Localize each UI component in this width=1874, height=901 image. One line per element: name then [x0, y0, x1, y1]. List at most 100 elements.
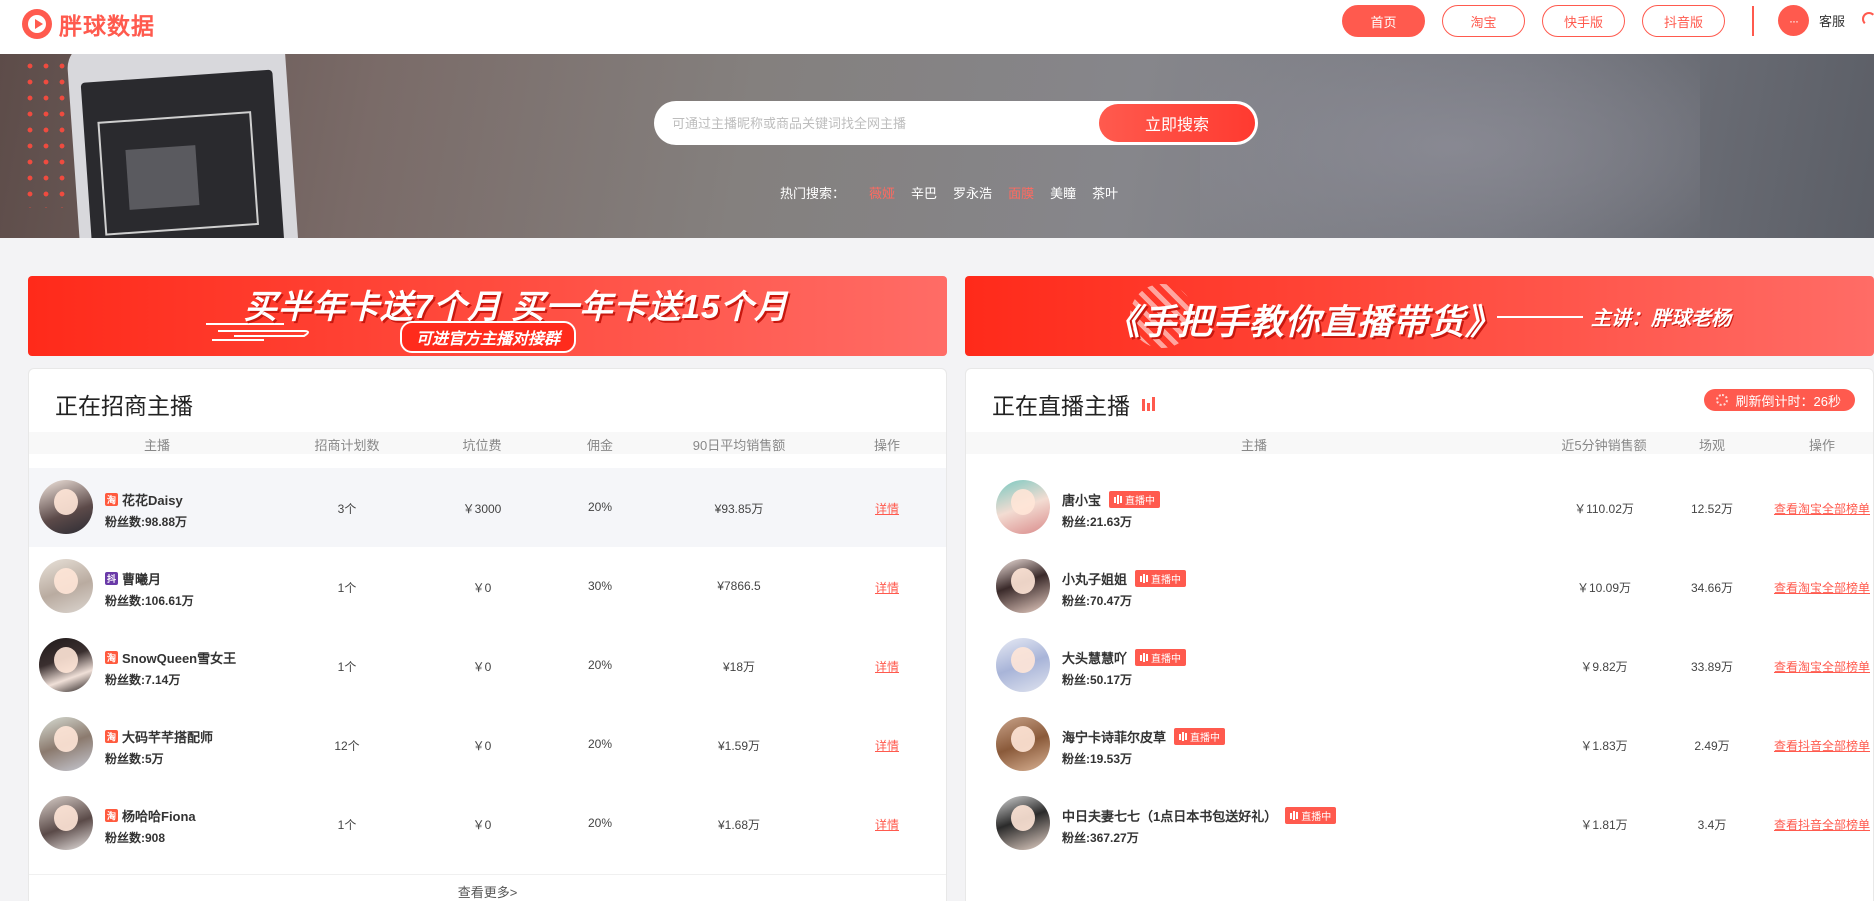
phone-screen [80, 69, 286, 238]
hot-search-item[interactable]: 茶叶 [1092, 183, 1118, 202]
column-header: 90日平均销售额 [692, 438, 786, 453]
search-box: 立即搜索 [654, 101, 1258, 145]
details-link[interactable]: 详情 [875, 816, 899, 833]
table-row[interactable]: 淘杨哈哈Fiona 粉丝数:908 1个 ￥0 20% ¥1.68万 详情 [29, 784, 946, 863]
recent-sales: ￥10.09万 [1576, 581, 1632, 595]
table-row[interactable]: 海宁卡诗菲尔皮草 直播中 粉丝:19.53万 ￥1.83万 2.49万 查看抖音全… [966, 705, 1873, 784]
live-badge: 直播中 [1174, 728, 1226, 745]
view-ranking-link[interactable]: 查看淘宝全部榜单 [1774, 579, 1870, 596]
column-header: 招商计划数 [314, 438, 380, 453]
hot-searches: 热门搜索： 薇娅 辛巴 罗永浩 面膜 美瞳 茶叶 [780, 183, 1134, 202]
slot-fee: ￥0 [472, 660, 492, 674]
anchor-fans: 粉丝:367.27万 [1062, 831, 1139, 845]
hot-search-item[interactable]: 薇娅 [869, 183, 895, 202]
panel-title: 正在直播主播 [992, 387, 1158, 421]
view-ranking-link[interactable]: 查看抖音全部榜单 [1774, 816, 1870, 833]
panel-title: 正在招商主播 [55, 387, 193, 421]
nav-home-button[interactable]: 首页 [1342, 5, 1425, 37]
membership-promo-banner[interactable]: 买半年卡送7个月 买一年卡送15个月 可进官方主播对接群 [28, 276, 947, 356]
plan-count: 1个 [337, 581, 357, 595]
live-badge: 直播中 [1285, 807, 1337, 824]
avatar [39, 796, 93, 850]
hero-banner [0, 54, 1874, 238]
views: 3.4万 [1697, 818, 1727, 832]
main-nav: 首页 淘宝 快手版 抖音版 [1342, 5, 1742, 37]
chat-icon: ··· [1778, 5, 1809, 36]
details-link[interactable]: 详情 [875, 500, 899, 517]
details-link[interactable]: 详情 [875, 579, 899, 596]
table-row[interactable]: 淘 SnowQueen雪女王 粉丝数:7.14万 1个 ￥0 20% ¥18万 详… [29, 626, 946, 705]
nav-taobao-button[interactable]: 淘宝 [1442, 5, 1525, 37]
anchor-info: 淘 SnowQueen雪女王 粉丝数:7.14万 [105, 648, 236, 688]
anchor-info: 大头慧慧吖 直播中 粉丝:50.17万 [1062, 648, 1187, 688]
details-link[interactable]: 详情 [875, 737, 899, 754]
avatar [39, 559, 93, 613]
plan-count: 12个 [334, 739, 360, 753]
hot-search-item[interactable]: 罗永浩 [953, 183, 992, 202]
live-anchors-panel: 正在直播主播 刷新倒计时：26秒 主播 近5分钟销售额 场观 操作 唐小宝 直播中… [965, 368, 1874, 901]
avatar [39, 638, 93, 692]
customer-service[interactable]: ··· 客服 [1778, 5, 1845, 36]
table-row[interactable]: 抖曹曦月 粉丝数:106.61万 1个 ￥0 30% ¥7866.5 详情 [29, 547, 946, 626]
view-ranking-link[interactable]: 查看抖音全部榜单 [1774, 737, 1870, 754]
table-row[interactable]: 小丸子姐姐 直播中 粉丝:70.47万 ￥10.09万 34.66万 查看淘宝全部… [966, 547, 1873, 626]
column-header: 主播 [1240, 438, 1268, 453]
views: 34.66万 [1690, 581, 1734, 595]
dot-pattern [22, 58, 72, 208]
taobao-icon: 淘 [105, 493, 118, 506]
table-row[interactable]: 中日夫妻七七（1点日本书包送好礼） 直播中 粉丝:367.27万 ￥1.81万 3… [966, 784, 1873, 863]
avatar [996, 480, 1050, 534]
nav-douyin-button[interactable]: 抖音版 [1642, 5, 1725, 37]
anchor-info: 唐小宝 直播中 粉丝:21.63万 [1062, 490, 1161, 530]
hot-search-item[interactable]: 辛巴 [911, 183, 937, 202]
recent-sales: ￥9.82万 [1580, 660, 1628, 674]
hero-background [1200, 54, 1700, 238]
anchor-name: 中日夫妻七七（1点日本书包送好礼） [1062, 809, 1278, 824]
recent-sales: ￥1.83万 [1580, 739, 1628, 753]
anchor-fans: 粉丝数:5万 [105, 752, 164, 766]
live-bars-icon [1142, 397, 1158, 411]
countdown-text: 刷新倒计时：26秒 [1735, 393, 1841, 409]
logo-text: 胖球数据 [59, 13, 155, 39]
course-title: 《手把手教你直播带货》 [1105, 303, 1502, 342]
anchor-name: 杨哈哈Fiona [122, 809, 196, 824]
anchor-fans: 粉丝:21.63万 [1062, 515, 1133, 529]
nav-kuaishou-button[interactable]: 快手版 [1542, 5, 1625, 37]
column-header: 近5分钟销售额 [1561, 438, 1647, 453]
taobao-icon: 淘 [105, 809, 118, 822]
column-header: 操作 [873, 438, 901, 453]
views: 12.52万 [1690, 502, 1734, 516]
live-badge-text: 直播中 [1190, 733, 1221, 744]
table-row[interactable]: 唐小宝 直播中 粉丝:21.63万 ￥110.02万 12.52万 查看淘宝全部榜… [966, 468, 1873, 547]
logo[interactable]: 胖球数据 [22, 7, 155, 41]
anchor-fans: 粉丝数:106.61万 [105, 594, 194, 608]
recent-sales: ￥110.02万 [1574, 502, 1634, 516]
refresh-countdown: 刷新倒计时：26秒 [1703, 389, 1855, 411]
anchor-name: 唐小宝 [1062, 493, 1102, 508]
avatar [39, 717, 93, 771]
views: 2.49万 [1694, 739, 1730, 753]
view-ranking-link[interactable]: 查看淘宝全部榜单 [1774, 500, 1870, 517]
view-more-link[interactable]: 查看更多> [29, 882, 946, 901]
table-row[interactable]: 大头慧慧吖 直播中 粉丝:50.17万 ￥9.82万 33.89万 查看淘宝全部榜… [966, 626, 1873, 705]
taobao-icon: 淘 [105, 730, 118, 743]
live-badge: 直播中 [1135, 649, 1187, 666]
taobao-icon: 淘 [105, 651, 118, 664]
slot-fee: ￥0 [472, 581, 492, 595]
course-banner[interactable]: 《手把手教你直播带货》 主讲：胖球老杨 [965, 276, 1874, 356]
hot-search-item[interactable]: 面膜 [1008, 183, 1034, 202]
table-row[interactable]: 淘花花Daisy 粉丝数:98.88万 3个 ￥3000 20% ¥93.85万… [29, 468, 946, 547]
commission: 20% [587, 816, 613, 830]
details-link[interactable]: 详情 [875, 658, 899, 675]
search-button[interactable]: 立即搜索 [1099, 104, 1255, 142]
anchor-info: 淘大码芊芊搭配师 粉丝数:5万 [105, 727, 213, 767]
douyin-icon: 抖 [105, 572, 118, 585]
user-icon[interactable] [1862, 12, 1874, 26]
hot-search-item[interactable]: 美瞳 [1050, 183, 1076, 202]
view-ranking-link[interactable]: 查看淘宝全部榜单 [1774, 658, 1870, 675]
search-input[interactable] [672, 101, 1102, 145]
column-header: 操作 [1808, 438, 1836, 453]
anchor-fans: 粉丝:19.53万 [1062, 752, 1133, 766]
table-row[interactable]: 淘大码芊芊搭配师 粉丝数:5万 12个 ￥0 20% ¥1.59万 详情 [29, 705, 946, 784]
slot-fee: ￥0 [472, 818, 492, 832]
